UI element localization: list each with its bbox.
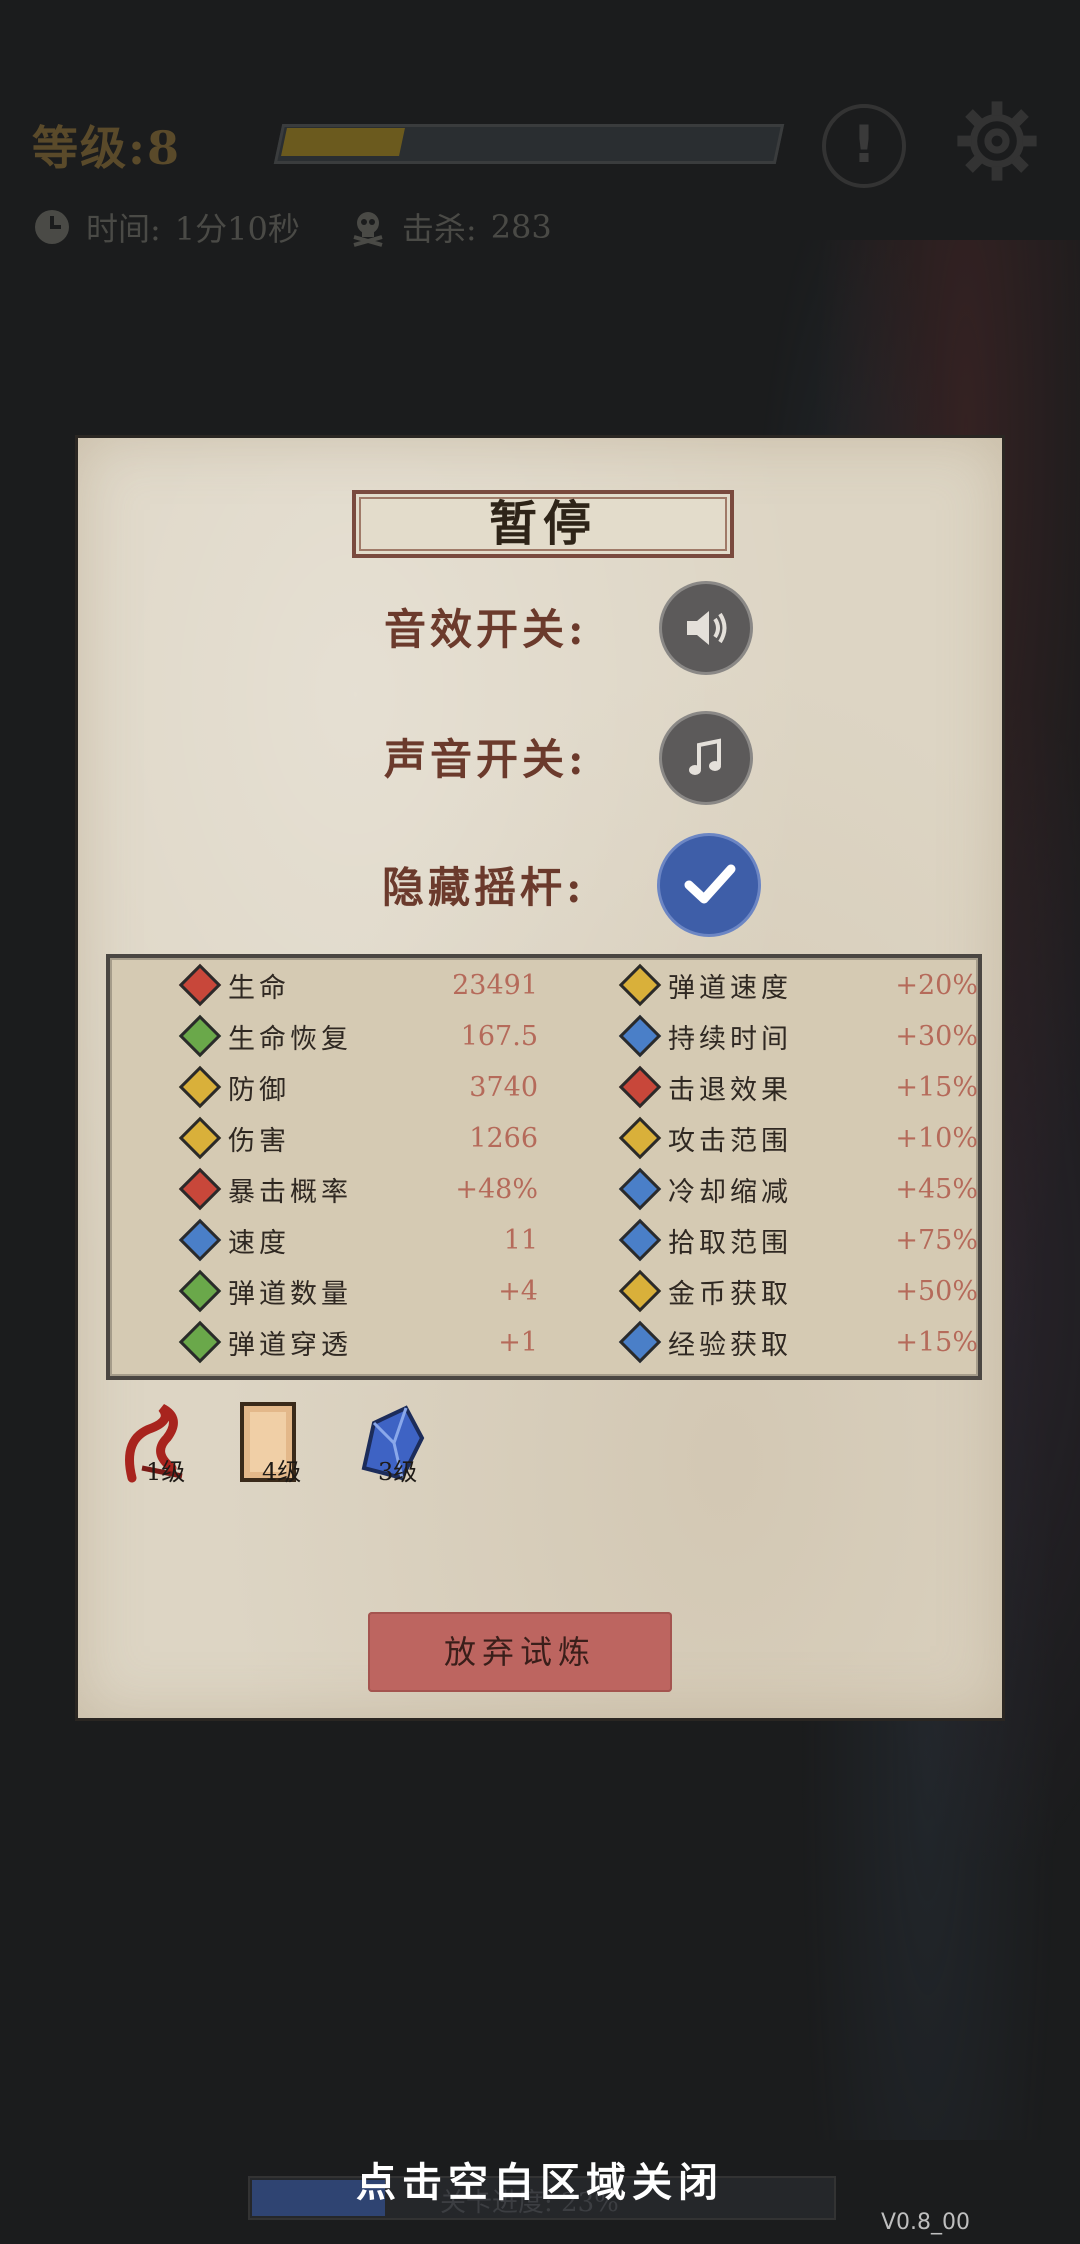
stat-name: 弹道数量 (228, 1278, 352, 1310)
item-slot[interactable]: 1级 (112, 1398, 212, 1498)
stat-name: 冷却缩减 (668, 1176, 792, 1208)
stat-name: 生命恢复 (228, 1023, 352, 1055)
speed-icon (178, 1218, 222, 1262)
stat-name: 暴击概率 (228, 1176, 352, 1208)
regen-icon (178, 1014, 222, 1058)
duration-icon (618, 1014, 662, 1058)
stat-value: +75% (895, 1224, 978, 1256)
time-label: 时间: (86, 210, 161, 248)
kill-label: 击杀: (401, 210, 477, 248)
stat-name: 拾取范围 (668, 1227, 792, 1259)
joystick-label: 隐藏摇杆: (382, 863, 586, 912)
stat-row: 经验获取 +15% (618, 1319, 978, 1365)
stat-name: 速度 (228, 1227, 290, 1259)
stat-name: 金币获取 (668, 1278, 792, 1310)
stat-row: 攻击范围 +10% (618, 1115, 978, 1161)
stat-value: +45% (895, 1173, 978, 1205)
sfx-toggle-button[interactable] (662, 584, 750, 672)
stat-name: 击退效果 (668, 1074, 792, 1106)
pickup-icon (618, 1218, 662, 1262)
clock-icon (35, 210, 69, 244)
stat-value: +1 (498, 1326, 538, 1358)
stat-name: 弹道速度 (668, 972, 792, 1004)
kill-value: 283 (490, 208, 552, 246)
stat-value: +15% (895, 1071, 978, 1103)
stat-value: 23491 (452, 969, 538, 1001)
stat-row: 持续时间 +30% (618, 1013, 978, 1059)
speaker-icon (687, 611, 727, 645)
stat-row: 弹道速度 +20% (618, 962, 978, 1008)
stat-value: 3740 (469, 1071, 538, 1103)
gold-icon (618, 1269, 662, 1313)
music-note-icon (689, 738, 721, 775)
stat-row: 金币获取 +50% (618, 1268, 978, 1314)
stat-name: 攻击范围 (668, 1125, 792, 1157)
gear-icon[interactable] (952, 96, 1042, 186)
item-level: 4级 (262, 1458, 302, 1486)
checkmark-icon (684, 864, 736, 904)
skull-icon (353, 212, 383, 247)
damage-icon (178, 1116, 222, 1160)
stat-row: 拾取范围 +75% (618, 1217, 978, 1263)
stat-row: 伤害 1266 (178, 1115, 538, 1161)
quit-trial-button[interactable]: 放弃试炼 (368, 1612, 672, 1692)
shield-icon (178, 1065, 222, 1109)
level-label: 等级: (32, 121, 147, 175)
stat-value: 1266 (469, 1122, 538, 1154)
pierce-icon (178, 1320, 222, 1364)
heart-icon (178, 963, 222, 1007)
projectile-speed-icon (618, 963, 662, 1007)
stat-name: 弹道穿透 (228, 1329, 352, 1361)
stat-name: 持续时间 (668, 1023, 792, 1055)
stat-value: +48% (455, 1173, 538, 1205)
cooldown-icon (618, 1167, 662, 1211)
item-slot[interactable]: 3级 (344, 1398, 444, 1498)
sound-label: 声音开关: (384, 735, 588, 784)
item-level: 3级 (378, 1458, 418, 1486)
time-value: 1分10秒 (174, 210, 300, 248)
stat-value: 167.5 (460, 1020, 538, 1052)
projectile-count-icon (178, 1269, 222, 1313)
joystick-checkbox[interactable] (660, 836, 758, 934)
level-display: 等级:8 (32, 112, 181, 178)
stat-name: 经验获取 (668, 1329, 792, 1361)
stat-row: 生命恢复 167.5 (178, 1013, 538, 1059)
stat-name: 伤害 (228, 1125, 290, 1157)
exp-icon (618, 1320, 662, 1364)
stats-bar: 时间: 1分10秒 击杀: 283 (32, 204, 552, 250)
stat-value: +4 (498, 1275, 538, 1307)
sfx-label: 音效开关: (384, 605, 588, 654)
stat-value: +20% (895, 969, 978, 1001)
item-slot[interactable]: 4级 (228, 1398, 328, 1498)
close-hint[interactable]: 点击空白区域关闭 (0, 2150, 1080, 2208)
level-value: 8 (146, 121, 181, 175)
xp-bar-fill (281, 128, 405, 156)
stat-row: 弹道穿透 +1 (178, 1319, 538, 1365)
stat-name: 生命 (228, 972, 290, 1004)
stat-value: 11 (503, 1224, 538, 1256)
help-icon[interactable]: ! (822, 104, 906, 188)
stat-row: 速度 11 (178, 1217, 538, 1263)
stat-value: +15% (895, 1326, 978, 1358)
pause-title: 暂停 (352, 490, 734, 558)
stat-row: 击退效果 +15% (618, 1064, 978, 1110)
knockback-icon (618, 1065, 662, 1109)
area-icon (618, 1116, 662, 1160)
item-level: 1级 (146, 1458, 186, 1486)
stat-row: 冷却缩减 +45% (618, 1166, 978, 1212)
crit-icon (178, 1167, 222, 1211)
stat-row: 暴击概率 +48% (178, 1166, 538, 1212)
stat-row: 弹道数量 +4 (178, 1268, 538, 1314)
stat-row: 生命 23491 (178, 962, 538, 1008)
stat-value: +10% (895, 1122, 978, 1154)
stat-name: 防御 (228, 1074, 290, 1106)
stat-value: +30% (895, 1020, 978, 1052)
stat-row: 防御 3740 (178, 1064, 538, 1110)
stat-value: +50% (895, 1275, 978, 1307)
version-label: V0.8_00 (880, 2210, 970, 2235)
sound-toggle-button[interactable] (662, 714, 750, 802)
